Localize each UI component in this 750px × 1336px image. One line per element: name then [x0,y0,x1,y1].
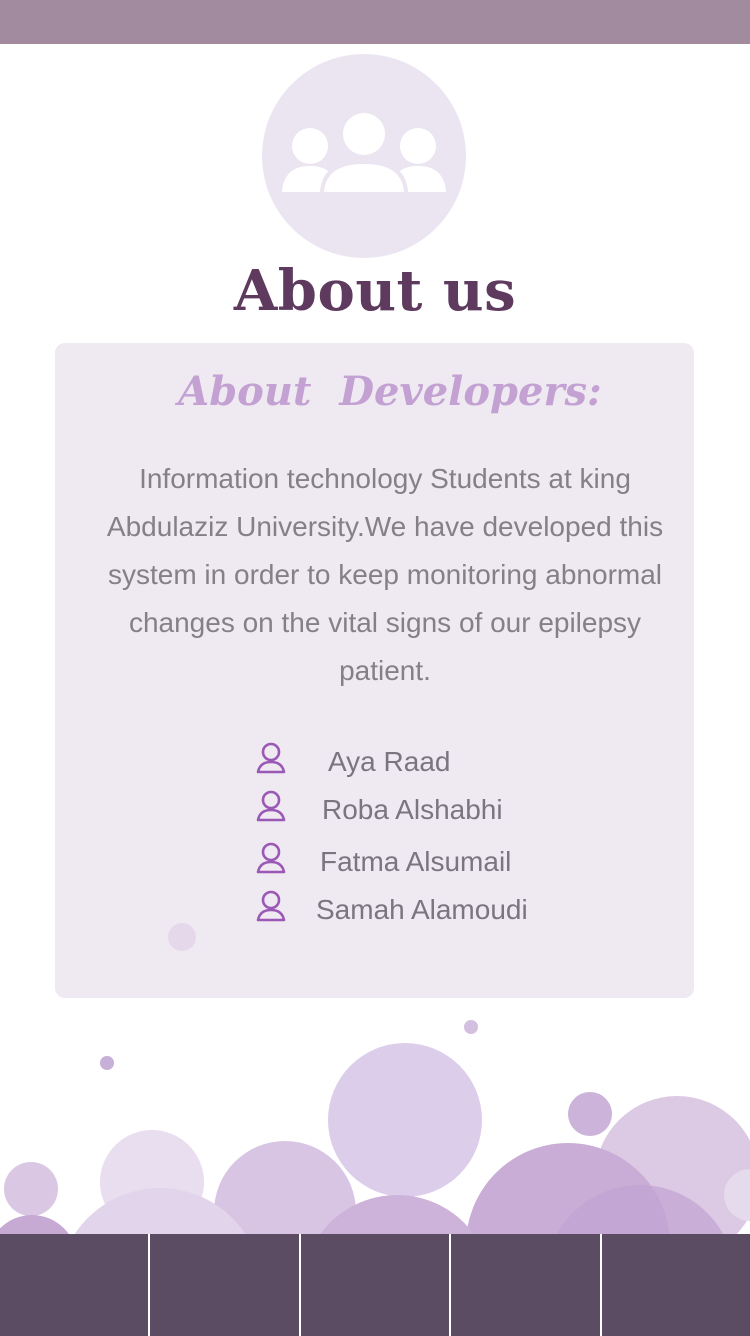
tab-item-1[interactable] [0,1234,151,1336]
tab-item-5[interactable] [602,1234,750,1336]
tab-item-3[interactable] [301,1234,452,1336]
tab-item-4[interactable] [451,1234,602,1336]
tab-bar [0,1234,750,1336]
decorative-bubbles [0,923,750,1336]
tab-item-2[interactable] [150,1234,301,1336]
